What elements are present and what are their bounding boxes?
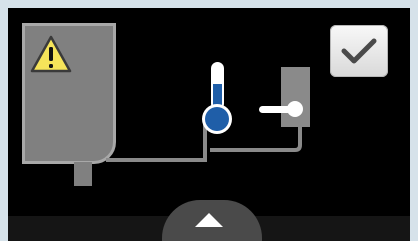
checkmark-icon: [341, 38, 377, 64]
sensor-block: [281, 67, 310, 127]
confirm-button[interactable]: [330, 25, 388, 77]
pipe-line: [106, 123, 207, 162]
thermometer-icon: [202, 62, 232, 134]
